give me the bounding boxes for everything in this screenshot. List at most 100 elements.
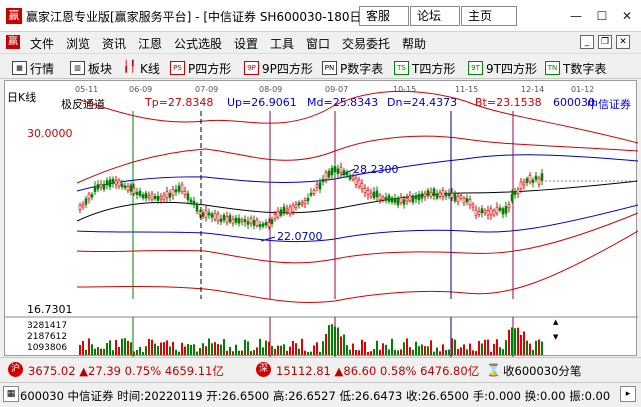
candle-body	[243, 219, 247, 223]
tool-blocks-button[interactable]: ▥ 板块	[70, 60, 112, 76]
tool-9psquare-button[interactable]: 9P 9P四方形	[244, 60, 313, 76]
status-grid-icon[interactable]: ▦	[3, 386, 19, 402]
candle-body	[81, 204, 85, 208]
candle-body	[315, 184, 319, 188]
volume-bar	[442, 344, 444, 355]
minimize-icon[interactable]: —	[568, 9, 584, 23]
sh-index-text[interactable]: 3675.02 ▲27.39 0.75% 4659.11亿	[28, 363, 224, 379]
menu-window[interactable]: 窗口	[306, 35, 330, 52]
volume-bar	[205, 346, 207, 355]
volume-bar	[265, 340, 267, 355]
candle-body	[264, 222, 268, 226]
tool-9tsquare-button[interactable]: 9T 9T四方形	[468, 60, 537, 76]
mdi-minimize-icon[interactable]: _	[580, 35, 594, 49]
tool-9tsquare-label: 9T四方形	[486, 61, 537, 76]
tool-kline-button[interactable]: ╽╿ K线	[122, 60, 160, 76]
volume-bar	[343, 334, 345, 355]
tool-quotes-button[interactable]: ▦ 行情	[12, 60, 54, 76]
volume-bar	[226, 350, 228, 355]
close-icon[interactable]: ✕	[619, 9, 635, 23]
sz-index-text[interactable]: 15112.81 ▲86.60 0.58% 6476.80亿	[276, 363, 479, 379]
menu-formula[interactable]: 公式选股	[174, 35, 222, 52]
tick-detail-label[interactable]: 收600030分笔	[503, 363, 581, 379]
tool-tsquare-label: T四方形	[412, 61, 456, 76]
tool-tsquare-button[interactable]: TS T四方形	[394, 60, 455, 76]
menu-tools[interactable]: 工具	[270, 35, 294, 52]
candle-body	[285, 208, 289, 212]
sz-index-icon: 深	[256, 362, 271, 377]
volume-bar	[505, 340, 507, 355]
candle-body	[372, 191, 376, 199]
volume-bar	[424, 346, 426, 355]
volume-bar	[214, 342, 216, 355]
candle-body	[420, 193, 424, 199]
volume-bar	[154, 343, 156, 355]
candle-body	[165, 191, 169, 199]
menu-trade[interactable]: 交易委托	[342, 35, 390, 52]
volume-bar	[280, 345, 282, 355]
menu-gann[interactable]: 江恩	[138, 35, 162, 52]
luntan-button[interactable]: 论坛	[410, 6, 460, 26]
volume-bar	[118, 346, 120, 355]
candle-body	[228, 215, 232, 223]
volume-bar	[370, 351, 372, 355]
menu-settings[interactable]: 设置	[234, 35, 258, 52]
kefu-button[interactable]: 客服	[359, 6, 409, 26]
candle-body	[288, 206, 292, 215]
volume-bar	[130, 342, 132, 355]
candle-body	[93, 185, 97, 192]
tool-tnumbers-label: T数字表	[563, 61, 607, 76]
candle-body	[186, 193, 190, 201]
tool-psquare-button[interactable]: PS P四方形	[170, 60, 231, 76]
candle-body	[414, 195, 418, 200]
volume-bar	[286, 350, 288, 355]
candle-body	[435, 193, 439, 199]
tool-blocks-label: 板块	[88, 61, 113, 76]
volume-bar	[454, 339, 456, 355]
kline-chart[interactable]: 05-11 06-09 07-09 08-09 09-07 10-15 11-1…	[4, 80, 638, 357]
homepage-button[interactable]: 主页	[461, 6, 517, 26]
volume-bar	[400, 349, 402, 355]
volume-bar	[361, 339, 363, 355]
volume-bar	[340, 336, 342, 355]
maximize-icon[interactable]: ☐	[594, 9, 610, 23]
tool-tnumbers-button[interactable]: TN T数字表	[545, 60, 606, 76]
menu-help[interactable]: 帮助	[402, 35, 426, 52]
candle-body	[531, 179, 535, 183]
candle-body	[213, 213, 217, 220]
candle-body	[378, 194, 382, 200]
menu-info[interactable]: 资讯	[102, 35, 126, 52]
candle-body	[507, 204, 511, 209]
volume-bar	[451, 338, 453, 355]
volume-bar	[127, 340, 129, 355]
candle-body	[399, 197, 403, 203]
volume-bar	[181, 342, 183, 355]
candle-body	[402, 199, 406, 205]
candle-body	[105, 180, 109, 186]
volume-bar	[244, 339, 246, 355]
mdi-restore-icon[interactable]: ❐	[598, 35, 612, 49]
candle-body	[279, 209, 283, 216]
app-menu-icon[interactable]: 赢	[6, 35, 20, 49]
volume-bar	[472, 350, 474, 355]
volume-bar	[139, 347, 141, 355]
candle-body	[282, 206, 286, 213]
candle-body	[237, 218, 241, 224]
candle-body	[222, 214, 226, 221]
volume-bar	[367, 351, 369, 355]
candle-body	[387, 195, 391, 202]
volume-bar	[391, 338, 393, 355]
t9-icon: 9T	[468, 61, 483, 75]
mdi-close-icon[interactable]: ✕	[616, 35, 630, 49]
volume-bar	[466, 349, 468, 355]
volume-bar	[517, 327, 519, 355]
tool-pnumbers-button[interactable]: PN P数字表	[322, 60, 383, 76]
volume-bar	[355, 349, 357, 355]
menu-browse[interactable]: 浏览	[66, 35, 90, 52]
status-scroll-icon[interactable]: ▸	[620, 386, 636, 402]
candle-body	[240, 219, 244, 222]
menu-file[interactable]: 文件	[30, 35, 54, 52]
candle-body	[537, 177, 541, 185]
volume-bar	[136, 349, 138, 355]
volume-bar	[79, 344, 81, 355]
